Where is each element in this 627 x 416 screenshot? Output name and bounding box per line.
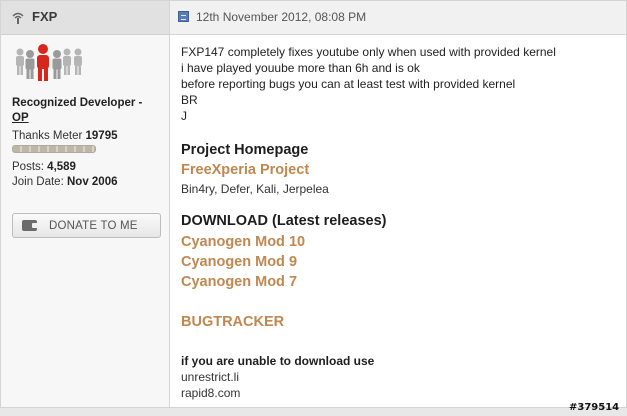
download-link-cm9[interactable]: Cyanogen Mod 9 — [181, 254, 297, 270]
avatar — [16, 44, 82, 81]
donate-button[interactable]: DONATE TO ME — [12, 213, 161, 238]
message-line: before reporting bugs you can at least t… — [181, 77, 516, 91]
message-line: i have played youube more than 6h and is… — [181, 61, 420, 75]
message-line: BR — [181, 93, 198, 107]
user-title: Recognized Developer - OP — [12, 96, 162, 126]
posts-stat: Posts: 4,589 — [12, 161, 76, 173]
donate-button-label: DONATE TO ME — [49, 220, 138, 232]
post-header-user — [1, 1, 169, 35]
project-link[interactable]: FreeXperia Project — [181, 162, 309, 178]
thanks-meter-label: Thanks Meter 19795 — [12, 130, 118, 142]
join-date-stat: Join Date: Nov 2006 — [12, 176, 118, 188]
thanks-meter-text: Thanks Meter — [12, 130, 83, 142]
project-members: Bin4ry, Defer, Kali, Jerpelea — [181, 182, 329, 196]
posts-count: 4,589 — [47, 161, 76, 173]
op-link[interactable]: OP — [12, 112, 29, 124]
alt-link-rapid8[interactable]: rapid8.com — [181, 386, 240, 400]
post-footer-strip — [0, 408, 627, 416]
thanks-meter-bar — [12, 145, 96, 153]
online-status-icon — [12, 12, 24, 24]
download-link-cm10[interactable]: Cyanogen Mod 10 — [181, 234, 305, 250]
posts-label: Posts: — [12, 161, 44, 173]
join-date-label: Join Date: — [12, 176, 64, 188]
user-rank: Recognized Developer - — [12, 97, 143, 109]
download-heading: DOWNLOAD (Latest releases) — [181, 213, 387, 229]
join-date-value: Nov 2006 — [66, 176, 118, 188]
bugtracker-link[interactable]: BUGTRACKER — [181, 314, 284, 330]
post-message: FXP147 completely fixes youtube only whe… — [181, 44, 611, 124]
alt-link-unrestrict[interactable]: unrestrict.li — [181, 370, 239, 384]
post-date: 12th November 2012, 08:08 PM — [196, 10, 367, 24]
message-line: J — [181, 109, 187, 123]
username[interactable]: FXP — [32, 9, 57, 24]
project-heading: Project Homepage — [181, 142, 309, 158]
download-link-cm7[interactable]: Cyanogen Mod 7 — [181, 274, 297, 290]
thanks-count: 19795 — [85, 130, 118, 142]
column-divider — [169, 1, 170, 407]
message-line: FXP147 completely fixes youtube only whe… — [181, 45, 556, 59]
image-id-stamp: #379514 — [569, 402, 620, 413]
alt-download-heading: if you are unable to download use — [181, 354, 375, 368]
wallet-icon — [22, 220, 38, 231]
post-icon — [178, 11, 189, 22]
